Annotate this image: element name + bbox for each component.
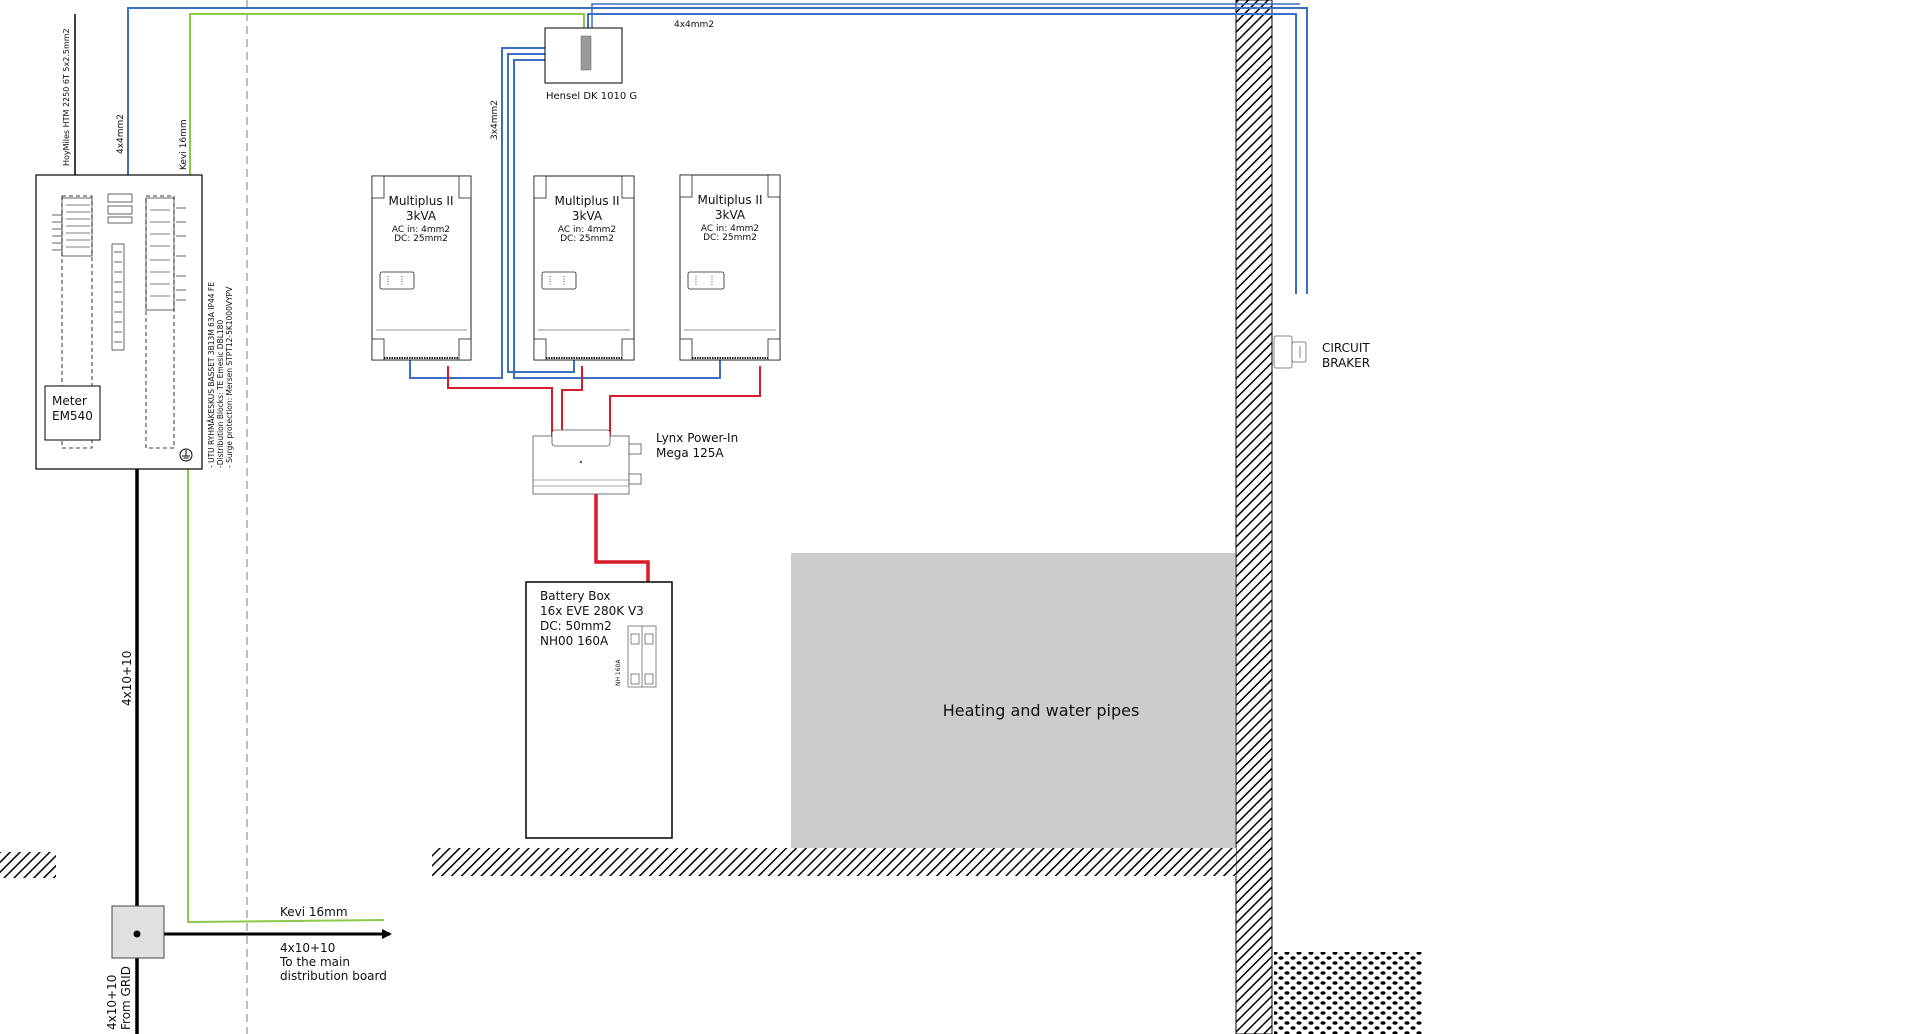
label-grid-vertical: 4x10+10 (120, 651, 134, 706)
dist-board-note-1: - UTU RYHMÄKESKUS BASSET 3B13M 63A IP44 … (207, 282, 216, 468)
display-panel-icon (541, 271, 577, 290)
inverter-2-dc: DC: 25mm2 (560, 234, 614, 244)
breaker-label-line2: BRAKER (1322, 356, 1370, 370)
heating-pipes-label: Heating and water pipes (943, 701, 1140, 720)
label-to-main-1: 4x10+10 (280, 941, 335, 955)
battery-label-line1: Battery Box (540, 589, 611, 603)
display-panel-icon (379, 271, 415, 290)
floor-slab-left (0, 852, 56, 878)
inverter-3-dc: DC: 25mm2 (703, 233, 757, 243)
inverter-1: Multiplus II 3kVA AC in: 4mm2 DC: 25mm2 (371, 175, 472, 361)
hensel-junction-box (544, 27, 623, 84)
inverter-2-title2: 3kVA (572, 209, 603, 223)
label-kevi-vertical: Kevi 16mm (179, 119, 189, 170)
dist-board-note-2: -Distribution Blocks: TE Emesic DBL180 (216, 320, 225, 468)
battery-label-line2: 16x EVE 280K V3 (540, 604, 644, 618)
lynx-label-line2: Mega 125A (656, 446, 724, 460)
ground-gravel (1274, 952, 1422, 1034)
display-panel-icon (687, 271, 725, 290)
distribution-board: Meter EM540 (35, 174, 203, 470)
label-top-4x4: 4x4mm2 (674, 20, 714, 30)
hensel-terminal-block (580, 35, 592, 71)
breaker-label-line1: CIRCUIT (1322, 341, 1370, 355)
inverter-1-title1: Multiplus II (388, 194, 453, 208)
inverter-3-title2: 3kVA (715, 208, 746, 222)
green-wire-kevi (187, 468, 385, 924)
label-from-grid-1: 4x10+10 (105, 975, 119, 1030)
battery-fuse-label: NH 160A (615, 659, 622, 686)
inverter-1-title2: 3kVA (406, 209, 437, 223)
label-kevi-horizontal: Kevi 16mm (280, 905, 348, 919)
battery-box: Battery Box 16x EVE 280K V3 DC: 50mm2 NH… (525, 581, 673, 839)
meter-label-line2: EM540 (52, 409, 93, 423)
lynx-power-in (532, 429, 642, 495)
hensel-label: Hensel DK 1010 G (546, 91, 637, 102)
dist-board-note-3: - Surge protection: Mersen STPT12-5K1000… (225, 286, 234, 468)
grid-junction-node (133, 930, 141, 938)
inverter-3: Multiplus II 3kVA AC in: 4mm2 DC: 25mm2 (679, 174, 781, 361)
label-hoymiles-cable: HoyMiles HTM 2250 6T 5x2.5mm2 (62, 28, 71, 166)
inverter-3-title1: Multiplus II (697, 193, 762, 207)
inverter-2: Multiplus II 3kVA AC in: 4mm2 DC: 25mm2 (533, 175, 635, 361)
label-feed-3x4: 3x4mm2 (490, 100, 500, 140)
battery-label-line3: DC: 50mm2 (540, 619, 612, 633)
circuit-breaker (1273, 335, 1307, 369)
electrical-wiring-diagram: Heating and water pipes Meter EM540 - UT… (0, 0, 1422, 1034)
right-wall (1235, 0, 1273, 1034)
floor-slab (432, 848, 1236, 876)
lynx-label-line1: Lynx Power-In (656, 431, 738, 445)
inverter-2-title1: Multiplus II (554, 194, 619, 208)
label-to-main-2: To the main (279, 955, 350, 969)
label-from-grid-2: From GRID (119, 966, 133, 1030)
battery-label-line4: NH00 160A (540, 634, 609, 648)
inverter-1-dc: DC: 25mm2 (394, 234, 448, 244)
green-wire-dist-to-hensel (189, 13, 585, 180)
label-feed-4x4: 4x4mm2 (116, 114, 126, 154)
meter-label-line1: Meter (52, 394, 87, 408)
label-to-main-3: distribution board (280, 969, 387, 983)
